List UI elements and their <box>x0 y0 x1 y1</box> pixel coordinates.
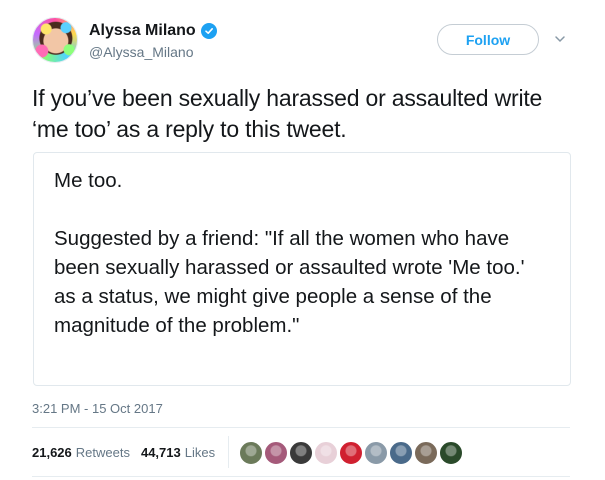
likes-count: 44,713 <box>140 445 181 460</box>
tweet-timestamp[interactable]: 3:21 PM - 15 Oct 2017 <box>32 401 163 416</box>
liker-avatar[interactable] <box>314 441 338 465</box>
quote-line1: Me too. <box>54 169 123 192</box>
liker-avatar[interactable] <box>339 441 363 465</box>
liker-avatar[interactable] <box>264 441 288 465</box>
tweet-stats: 21,626 Retweets 44,713 Likes <box>32 445 226 460</box>
tweet-header: Alyssa Milano @Alyssa_Milano Follow <box>32 17 582 69</box>
quote-body: Suggested by a friend: "If all the women… <box>54 227 525 337</box>
stats-separator <box>228 436 229 468</box>
likes-stat[interactable]: 44,713 Likes <box>141 445 215 460</box>
likes-label: Likes <box>184 445 216 460</box>
liker-avatar[interactable] <box>239 441 263 465</box>
liker-avatar[interactable] <box>389 441 413 465</box>
chevron-down-icon[interactable] <box>553 32 567 46</box>
liker-avatar[interactable] <box>414 441 438 465</box>
name-row[interactable]: Alyssa Milano <box>89 22 217 40</box>
user-handle[interactable]: @Alyssa_Milano <box>89 44 193 60</box>
liker-avatar[interactable] <box>289 441 313 465</box>
liker-avatars <box>239 441 464 465</box>
user-name[interactable]: Alyssa Milano <box>89 22 196 40</box>
liker-avatar[interactable] <box>364 441 388 465</box>
retweets-count: 21,626 <box>32 445 72 460</box>
tweet-text: If you’ve been sexually harassed or assa… <box>32 85 543 142</box>
quoted-image-card[interactable]: Me too. Suggested by a friend: "If all t… <box>33 152 571 386</box>
divider <box>32 476 570 477</box>
follow-button[interactable]: Follow <box>437 24 539 55</box>
retweets-stat[interactable]: 21,626 Retweets <box>32 445 130 460</box>
retweets-label: Retweets <box>75 445 130 460</box>
avatar[interactable] <box>32 17 78 63</box>
divider <box>32 427 570 428</box>
liker-avatar[interactable] <box>439 441 463 465</box>
verified-badge-icon <box>200 23 217 39</box>
